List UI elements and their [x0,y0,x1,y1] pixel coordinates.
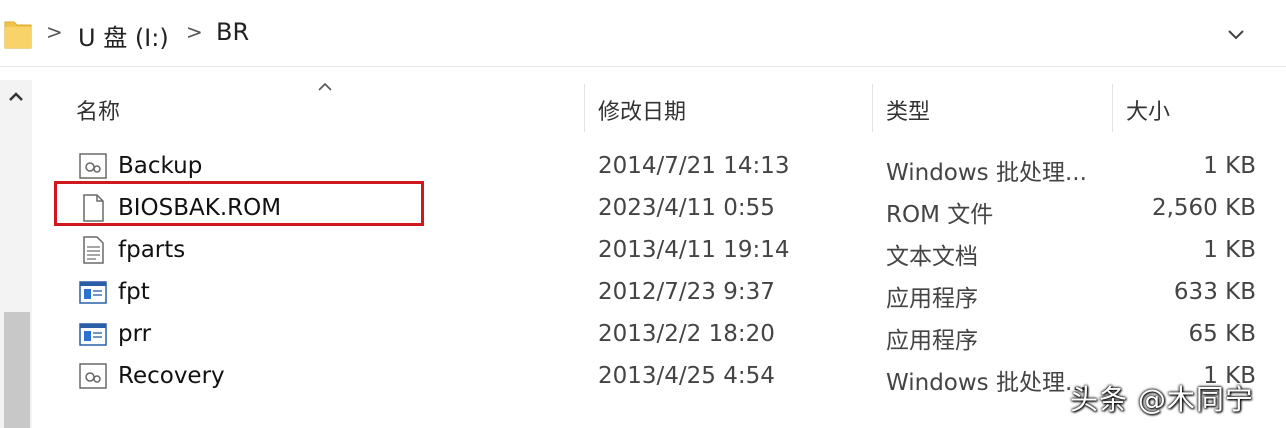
file-type: 应用程序 [886,328,978,354]
file-date: 2013/4/25 4:54 [598,363,775,389]
file-name: prr [118,321,152,347]
file-size: 65 KB [1188,321,1256,347]
folder-icon [4,21,32,49]
file-row[interactable]: fpt 2012/7/23 9:37 应用程序 633 KB [32,272,1286,314]
file-size: 2,560 KB [1151,195,1256,221]
batch-file-icon [79,363,107,389]
watermark-text: 头条 @木同宁 [1070,383,1254,416]
file-name: fparts [118,237,186,263]
text-file-icon [83,236,104,264]
column-divider[interactable] [872,84,873,132]
address-bar[interactable]: > U 盘 (I:) > BR [0,0,1286,67]
application-icon [79,281,107,304]
file-size: 1 KB [1203,237,1256,263]
file-date: 2023/4/11 0:55 [598,195,775,221]
application-icon [79,323,107,346]
file-name: Recovery [118,363,225,389]
column-divider[interactable] [584,84,585,132]
scrollbar-thumb[interactable] [4,312,30,428]
breadcrumb-separator[interactable]: > [46,20,63,44]
vertical-scrollbar[interactable] [0,80,32,428]
file-date: 2012/7/23 9:37 [598,279,775,305]
column-name-header[interactable]: 名称 [76,94,120,126]
batch-file-icon [79,153,107,179]
scroll-up-icon[interactable] [5,86,27,108]
column-divider[interactable] [1112,84,1113,132]
file-type: Windows 批处理... [886,370,1087,396]
chevron-down-icon[interactable] [1222,20,1250,48]
file-type: ROM 文件 [886,202,994,228]
column-type-header[interactable]: 类型 [886,94,930,126]
highlight-box [54,181,424,226]
breadcrumb-folder[interactable]: BR [216,18,249,46]
file-size: 633 KB [1173,279,1256,305]
file-name: Backup [118,153,203,179]
breadcrumb-drive[interactable]: U 盘 (I:) [78,18,169,53]
column-header: 名称 修改日期 类型 大小 [32,80,1286,136]
file-date: 2013/2/2 18:20 [598,321,775,347]
column-size-header[interactable]: 大小 [1126,94,1170,126]
breadcrumb-separator[interactable]: > [186,20,203,44]
file-row[interactable]: fparts 2013/4/11 19:14 文本文档 1 KB [32,230,1286,272]
sort-ascending-icon [318,82,332,91]
column-date-header[interactable]: 修改日期 [598,94,686,126]
file-type: 应用程序 [886,286,978,312]
file-date: 2014/7/21 14:13 [598,153,790,179]
file-type: 文本文档 [886,244,978,270]
file-row[interactable]: prr 2013/2/2 18:20 应用程序 65 KB [32,314,1286,356]
file-date: 2013/4/11 19:14 [598,237,790,263]
file-size: 1 KB [1203,153,1256,179]
file-type: Windows 批处理... [886,160,1087,186]
file-name: fpt [118,279,150,305]
